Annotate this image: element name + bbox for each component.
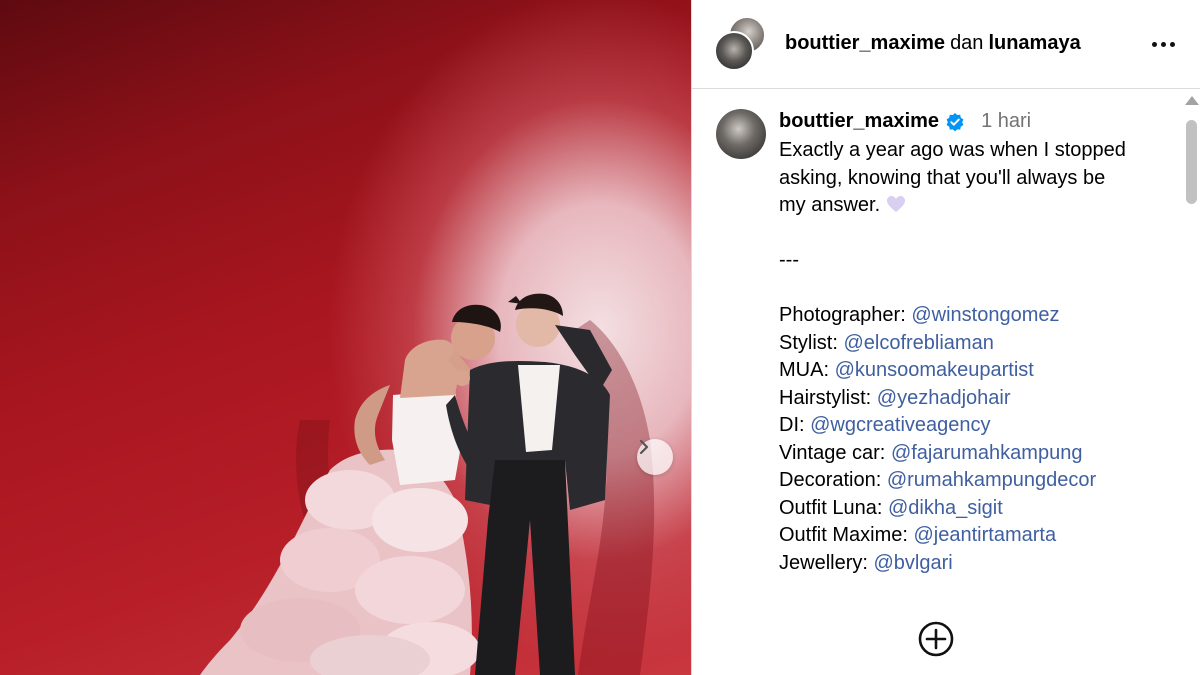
caption-line: asking, knowing that you'll always be	[779, 166, 1106, 189]
credit-line: Stylist: @elcofrebliaman	[779, 330, 1169, 358]
credit-role: MUA:	[779, 359, 829, 381]
scroll-up-arrow-icon[interactable]	[1185, 96, 1199, 105]
credit-role: Outfit Maxime:	[779, 524, 908, 546]
mention-link[interactable]: @winstongomez	[911, 304, 1059, 326]
credit-line: Outfit Maxime: @jeantirtamarta	[779, 522, 1169, 550]
author-avatar[interactable]	[716, 109, 766, 159]
mention-link[interactable]: @jeantirtamarta	[913, 524, 1056, 546]
credit-line: Outfit Luna: @dikha_sigit	[779, 495, 1169, 523]
caption-header: bouttier_maxime 1 hari	[779, 110, 1031, 133]
credit-line: Vintage car: @fajarumahkampung	[779, 440, 1169, 468]
scroll-thumb[interactable]	[1186, 120, 1197, 204]
post-timestamp[interactable]: 1 hari	[981, 110, 1031, 133]
username-link-secondary[interactable]: lunamaya	[988, 32, 1080, 54]
username-link-primary[interactable]: bouttier_maxime	[785, 32, 945, 54]
credit-role: Decoration:	[779, 469, 882, 491]
credit-role: Vintage car:	[779, 441, 886, 464]
caption-scrollbar[interactable]	[1182, 90, 1200, 675]
more-options-button[interactable]	[1143, 29, 1183, 59]
mention-link[interactable]: @kunsoomakeupartist	[835, 359, 1034, 381]
mention-link[interactable]: @dikha_sigit	[888, 497, 1003, 519]
credit-line: Photographer: @winstongomez	[779, 302, 1169, 330]
credit-role: Outfit Luna:	[779, 496, 883, 519]
verified-badge-icon	[946, 112, 964, 131]
credit-line: DI: @wgcreativeagency	[779, 412, 1169, 440]
mention-link[interactable]: @yezhadjohair	[877, 387, 1011, 409]
mention-link[interactable]: @fajarumahkampung	[891, 442, 1083, 464]
collab-joiner: dan	[950, 32, 984, 54]
credits-list: Photographer: @winstongomez Stylist: @el…	[779, 302, 1169, 577]
caption-separator: ---	[779, 249, 799, 271]
caption-line: my answer.	[779, 192, 1169, 220]
author-username[interactable]: bouttier_maxime	[779, 110, 939, 133]
plus-circle-icon	[918, 621, 954, 657]
collab-usernames: bouttier_maxime dan lunamaya	[785, 32, 1081, 55]
caption-line-text: my answer.	[779, 194, 881, 216]
credit-role: Photographer:	[779, 304, 906, 326]
credit-role: Jewellery:	[779, 551, 868, 574]
caption-text: Exactly a year ago was when I stopped as…	[779, 137, 1169, 577]
more-dot-icon	[1169, 41, 1175, 47]
next-photo-button[interactable]	[637, 439, 673, 475]
photo-illustration	[200, 293, 655, 675]
credit-line: Jewellery: @bvlgari	[779, 550, 1169, 578]
credit-role: DI:	[779, 414, 805, 436]
post-details-panel: bouttier_maxime dan lunamaya bouttier_maxi…	[691, 0, 1200, 675]
caption-section: bouttier_maxime 1 hari Exactly a year ag…	[692, 90, 1182, 675]
mention-link[interactable]: @wgcreativeagency	[810, 414, 990, 436]
credit-line: Decoration: @rumahkampungdecor	[779, 467, 1169, 495]
credit-role: Hairstylist:	[779, 386, 872, 409]
more-dot-icon	[1160, 41, 1166, 47]
credit-role: Stylist:	[779, 331, 838, 354]
credit-line: MUA: @kunsoomakeupartist	[779, 357, 1169, 385]
chevron-right-icon	[639, 439, 649, 455]
avatar-bouttier-maxime[interactable]	[714, 31, 754, 71]
credit-line: Hairstylist: @yezhadjohair	[779, 385, 1169, 413]
mention-link[interactable]: @elcofrebliaman	[843, 332, 993, 354]
add-comment-button[interactable]	[917, 620, 955, 658]
purple-heart-icon	[887, 196, 906, 212]
post-photo[interactable]	[0, 0, 691, 675]
mention-link[interactable]: @rumahkampungdecor	[887, 469, 1096, 491]
collab-avatars[interactable]	[714, 16, 770, 72]
post-header: bouttier_maxime dan lunamaya	[692, 0, 1200, 89]
more-dot-icon	[1151, 41, 1157, 47]
caption-line: Exactly a year ago was when I stopped	[779, 139, 1126, 161]
mention-link[interactable]: @bvlgari	[873, 552, 952, 574]
